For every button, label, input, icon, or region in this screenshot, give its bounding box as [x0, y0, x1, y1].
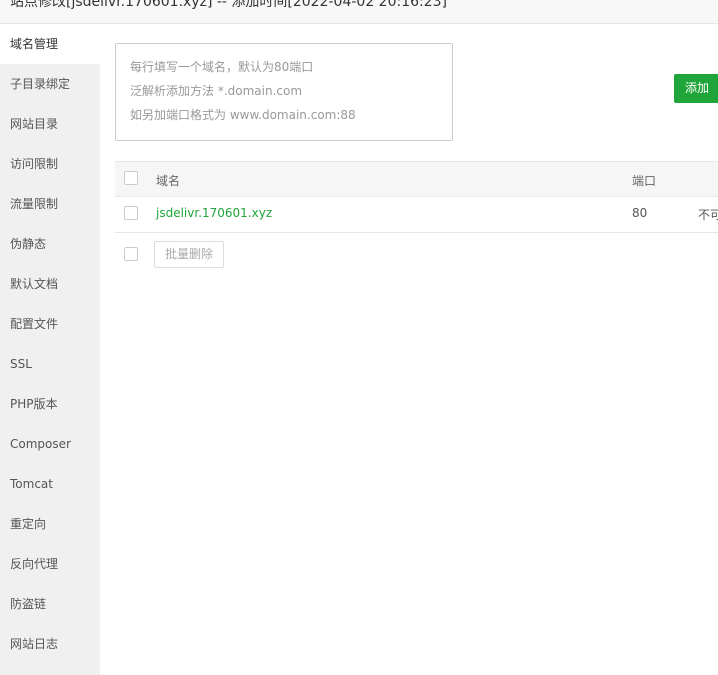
column-header-port: 端口 — [632, 174, 657, 188]
sidebar-item-traffic-limit[interactable]: 流量限制 — [0, 184, 100, 224]
window-title: 站点修改[jsdelivr.170601.xyz] -- 添加时间[2022-0… — [10, 0, 448, 10]
row-action[interactable]: 不可 — [698, 206, 718, 223]
sidebar-item-access-restriction[interactable]: 访问限制 — [0, 144, 100, 184]
window-title-bar: 站点修改[jsdelivr.170601.xyz] -- 添加时间[2022-0… — [0, 0, 718, 24]
sidebar-item-rewrite[interactable]: 伪静态 — [0, 224, 100, 264]
sidebar-item-reverse-proxy[interactable]: 反向代理 — [0, 544, 100, 584]
sidebar-item-composer[interactable]: Composer — [0, 424, 100, 464]
add-domain-button[interactable]: 添加 — [674, 74, 718, 103]
domain-input-placeholder-line: 泛解析添加方法 *.domain.com — [130, 84, 303, 98]
port-value: 80 — [632, 206, 648, 220]
sidebar-item-redirect[interactable]: 重定向 — [0, 504, 100, 544]
sidebar-item-tomcat[interactable]: Tomcat — [0, 464, 100, 504]
sidebar-item-site-log[interactable]: 网站日志 — [0, 624, 100, 664]
table-row: jsdelivr.170601.xyz 80 不可 — [115, 197, 718, 231]
sidebar-item-domain-management[interactable]: 域名管理 — [0, 24, 100, 64]
batch-select-checkbox[interactable] — [124, 247, 138, 261]
select-all-checkbox[interactable] — [124, 171, 138, 185]
domain-input-placeholder-line: 如另加端口格式为 www.domain.com:88 — [130, 108, 356, 122]
column-header-domain: 域名 — [156, 174, 181, 188]
sidebar-item-config-file[interactable]: 配置文件 — [0, 304, 100, 344]
domain-input[interactable]: 每行填写一个域名，默认为80端口 泛解析添加方法 *.domain.com 如另… — [115, 43, 453, 141]
domain-input-placeholder-line: 每行填写一个域名，默认为80端口 — [130, 60, 314, 74]
sidebar-item-ssl[interactable]: SSL — [0, 344, 100, 384]
sidebar: 域名管理 子目录绑定 网站目录 访问限制 流量限制 伪静态 默认文档 配置文件 … — [0, 24, 100, 675]
domain-table: 域名 端口 jsdelivr.170601.xyz 80 不可 — [115, 161, 718, 233]
row-checkbox[interactable] — [124, 206, 138, 220]
domain-link[interactable]: jsdelivr.170601.xyz — [156, 206, 272, 220]
batch-delete-button[interactable]: 批量删除 — [154, 241, 224, 268]
sidebar-item-hotlink-protection[interactable]: 防盗链 — [0, 584, 100, 624]
sidebar-item-default-document[interactable]: 默认文档 — [0, 264, 100, 304]
sidebar-item-php-version[interactable]: PHP版本 — [0, 384, 100, 424]
sidebar-item-subdirectory-binding[interactable]: 子目录绑定 — [0, 64, 100, 104]
sidebar-item-site-directory[interactable]: 网站目录 — [0, 104, 100, 144]
table-header: 域名 端口 — [115, 162, 718, 197]
